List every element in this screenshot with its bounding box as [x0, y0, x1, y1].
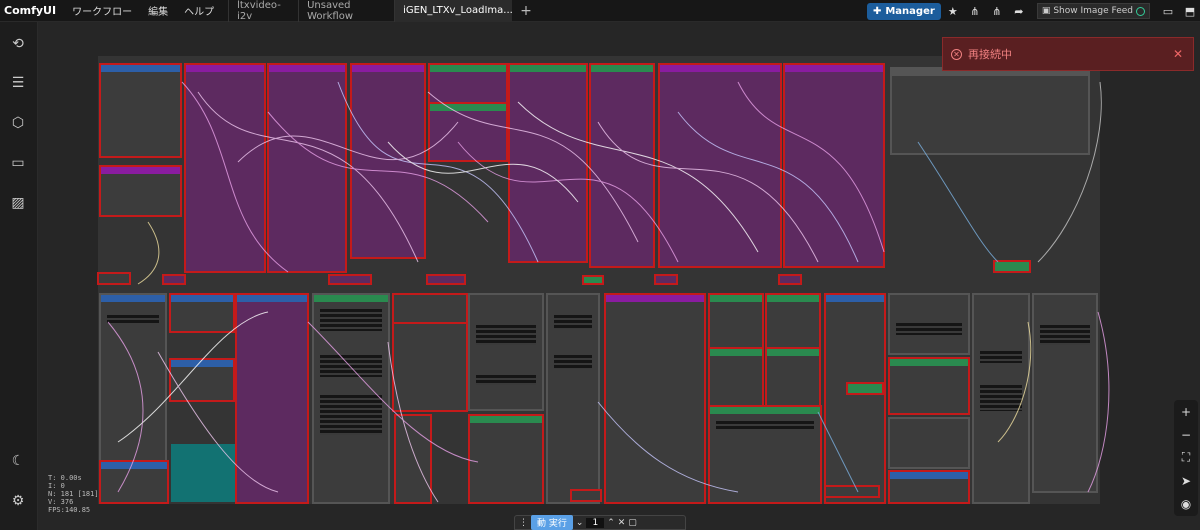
- feed-status-icon: [1136, 6, 1145, 16]
- node-canvas[interactable]: [38, 22, 1200, 530]
- menubar: ComfyUI ワークフロー 編集 ヘルプ ltxvideo-i2v Unsav…: [0, 0, 1200, 22]
- star-icon[interactable]: ★: [943, 2, 963, 20]
- add-tab-icon[interactable]: +: [512, 3, 540, 19]
- run-mode-label: 動: [537, 519, 547, 529]
- collapse-menu-icon[interactable]: ⬒: [1180, 2, 1200, 20]
- node-library-cube-icon[interactable]: ⬡: [9, 114, 27, 132]
- panel-toggle-icon[interactable]: ▭: [1158, 2, 1178, 20]
- show-image-feed-button[interactable]: ▣ Show Image Feed: [1036, 3, 1150, 19]
- canvas-stats: T: 0.00s I: 0 N: 181 [181] V: 376 FPS:14…: [48, 474, 99, 514]
- theme-moon-icon[interactable]: ☾: [9, 452, 27, 470]
- stat-nodes: N: 181 [181]: [48, 490, 99, 498]
- close-toast-icon[interactable]: ✕: [1173, 47, 1183, 61]
- queue-icon[interactable]: ☰: [9, 74, 27, 92]
- tab-ltxvideo-i2v[interactable]: ltxvideo-i2v: [228, 0, 298, 22]
- images-icon[interactable]: ▨: [9, 194, 27, 212]
- run-button[interactable]: 動 実行: [531, 515, 573, 530]
- show-image-feed-label: Show Image Feed: [1053, 6, 1133, 16]
- queue-square-icon[interactable]: ▢: [628, 518, 637, 528]
- top-right-tools: ✚ Manager ★ ⋔ ⋔ ➦ ▣ Show Image Feed ▭ ⬒: [866, 0, 1200, 22]
- drag-handle-icon[interactable]: ⋮: [519, 518, 528, 528]
- error-icon: ✕: [951, 48, 962, 60]
- canvas-zoom-controls: + − ⛶ ➤ ◉: [1174, 400, 1198, 516]
- run-label: 実行: [548, 519, 567, 529]
- toggle-visibility-icon[interactable]: ◉: [1174, 492, 1198, 515]
- run-options-chevron-icon[interactable]: ⌄: [576, 518, 584, 528]
- run-toolbar: ⋮ 動 実行 ⌄ 1 ⌃ ✕ ▢: [514, 515, 686, 530]
- zoom-out-icon[interactable]: −: [1174, 423, 1198, 446]
- history-icon[interactable]: ⟲: [9, 35, 27, 53]
- model-library-icon[interactable]: ⋔: [987, 2, 1007, 20]
- batch-increment-icon[interactable]: ⌃: [607, 518, 615, 528]
- menu-edit[interactable]: 編集: [140, 3, 176, 18]
- stat-time: T: 0.00s: [48, 474, 82, 482]
- image-feed-icon: ▣: [1041, 6, 1051, 16]
- node-library-icon[interactable]: ⋔: [965, 2, 985, 20]
- left-sidebar: ⟲ ☰ ⬡ ▭ ▨ ☾ ⚙: [0, 22, 38, 530]
- tab-igen-ltxv[interactable]: iGEN_LTXv_LoadIma...: [394, 0, 513, 22]
- settings-gear-icon[interactable]: ⚙: [9, 492, 27, 510]
- workflows-folder-icon[interactable]: ▭: [9, 154, 27, 172]
- connection-wires: [107, 81, 1110, 503]
- manager-label: Manager: [885, 5, 935, 17]
- fit-view-icon[interactable]: ⛶: [1174, 446, 1198, 469]
- locate-icon[interactable]: ➤: [1174, 469, 1198, 492]
- reconnecting-toast: ✕ 再接続中 ✕: [942, 37, 1194, 71]
- tab-unsaved-workflow[interactable]: Unsaved Workflow: [298, 0, 394, 22]
- app-brand: ComfyUI: [4, 4, 57, 17]
- stat-i: I: 0: [48, 482, 65, 490]
- stat-v: V: 376: [48, 498, 74, 506]
- comfyui-app: ComfyUI ワークフロー 編集 ヘルプ ltxvideo-i2v Unsav…: [0, 0, 1200, 530]
- cancel-icon[interactable]: ✕: [618, 518, 626, 528]
- stat-fps: FPS:140.85: [48, 506, 91, 514]
- share-icon[interactable]: ➦: [1009, 2, 1029, 20]
- zoom-in-icon[interactable]: +: [1174, 400, 1198, 423]
- manager-button[interactable]: ✚ Manager: [866, 2, 941, 20]
- puzzle-icon: ✚: [872, 5, 882, 17]
- toast-message: 再接続中: [968, 48, 1012, 61]
- batch-count-input[interactable]: 1: [586, 517, 605, 528]
- menu-help[interactable]: ヘルプ: [176, 3, 222, 18]
- menu-workflow[interactable]: ワークフロー: [64, 3, 140, 18]
